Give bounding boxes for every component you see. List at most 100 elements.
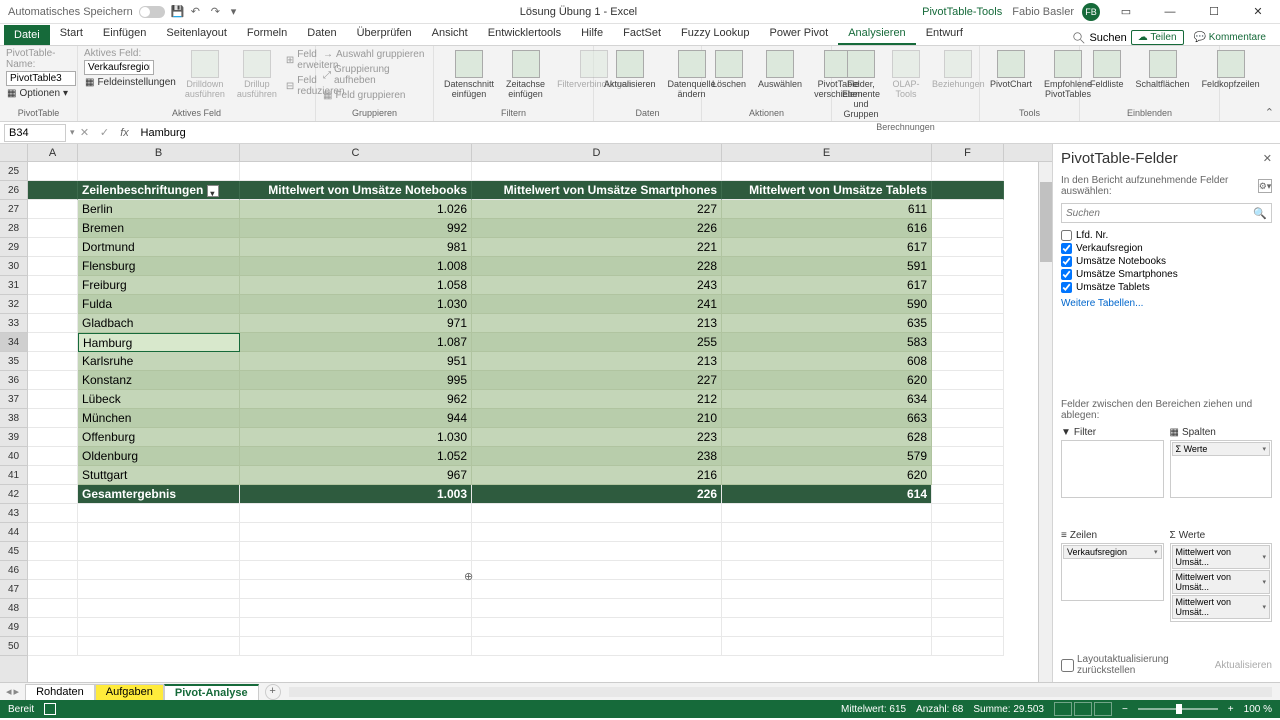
tab-power pivot[interactable]: Power Pivot: [760, 23, 839, 45]
cell[interactable]: Stuttgart: [78, 466, 240, 485]
cell[interactable]: 241: [472, 295, 722, 314]
area-values-box[interactable]: Mittelwert von Umsät...Mittelwert von Um…: [1170, 543, 1273, 622]
fx-icon[interactable]: fx: [115, 127, 135, 139]
cell[interactable]: [472, 580, 722, 599]
cell[interactable]: [472, 599, 722, 618]
cell[interactable]: [932, 599, 1004, 618]
cell[interactable]: Karlsruhe: [78, 352, 240, 371]
cell[interactable]: [78, 561, 240, 580]
area-filter-box[interactable]: [1061, 440, 1164, 498]
cell[interactable]: [722, 162, 932, 181]
col-header-C[interactable]: C: [240, 144, 472, 161]
cell[interactable]: [28, 618, 78, 637]
cell[interactable]: [28, 428, 78, 447]
cell[interactable]: [28, 200, 78, 219]
cell[interactable]: [932, 257, 1004, 276]
row-header[interactable]: 47: [0, 580, 27, 599]
cell[interactable]: 620: [722, 371, 932, 390]
cell[interactable]: [28, 409, 78, 428]
cell[interactable]: [28, 257, 78, 276]
cell[interactable]: [722, 542, 932, 561]
row-header[interactable]: 34: [0, 333, 27, 352]
row-header[interactable]: 32: [0, 295, 27, 314]
tab-analysieren[interactable]: Analysieren: [838, 23, 915, 45]
cell[interactable]: 620: [722, 466, 932, 485]
cell[interactable]: 1.003: [240, 485, 472, 504]
cell[interactable]: [78, 162, 240, 181]
cell[interactable]: 617: [722, 238, 932, 257]
field-settings-button[interactable]: ▦ Feldeinstellungen: [84, 76, 177, 89]
active-field-input[interactable]: [84, 60, 154, 75]
row-header[interactable]: 49: [0, 618, 27, 637]
cell[interactable]: [932, 409, 1004, 428]
cell[interactable]: [932, 371, 1004, 390]
cell[interactable]: [240, 637, 472, 656]
cell[interactable]: [472, 523, 722, 542]
cell[interactable]: 1.008: [240, 257, 472, 276]
cell[interactable]: 635: [722, 314, 932, 333]
more-tables-link[interactable]: Weitere Tabellen...: [1061, 298, 1272, 309]
cell[interactable]: [28, 219, 78, 238]
olap-tools-button[interactable]: OLAP-Tools: [888, 48, 924, 102]
cell[interactable]: [472, 162, 722, 181]
cell[interactable]: [722, 504, 932, 523]
row-header[interactable]: 50: [0, 637, 27, 656]
row-header[interactable]: 43: [0, 504, 27, 523]
search-icon[interactable]: [1073, 32, 1085, 44]
sheet-tab[interactable]: Pivot-Analyse: [164, 684, 259, 700]
cell[interactable]: 243: [472, 276, 722, 295]
cell[interactable]: [932, 219, 1004, 238]
cell[interactable]: 992: [240, 219, 472, 238]
cell[interactable]: [28, 561, 78, 580]
cell[interactable]: 1.026: [240, 200, 472, 219]
area-item[interactable]: Mittelwert von Umsät...: [1172, 570, 1271, 594]
cell[interactable]: [932, 485, 1004, 504]
row-header[interactable]: 36: [0, 371, 27, 390]
field-checkbox[interactable]: [1061, 269, 1072, 280]
cell[interactable]: 971: [240, 314, 472, 333]
cell[interactable]: [28, 238, 78, 257]
cell[interactable]: [722, 561, 932, 580]
group-field-button[interactable]: ▦ Feld gruppieren: [322, 89, 407, 102]
buttons-button[interactable]: Schaltflächen: [1132, 48, 1194, 92]
field-search-input[interactable]: [1066, 208, 1253, 219]
cell[interactable]: [932, 542, 1004, 561]
cell[interactable]: 617: [722, 276, 932, 295]
headers-button[interactable]: Feldkopfzeilen: [1198, 48, 1264, 92]
cell[interactable]: 995: [240, 371, 472, 390]
zoom-in-icon[interactable]: +: [1228, 704, 1234, 715]
cell[interactable]: 1.052: [240, 447, 472, 466]
row-header[interactable]: 28: [0, 219, 27, 238]
pivotchart-button[interactable]: PivotChart: [986, 48, 1036, 92]
cell[interactable]: [472, 561, 722, 580]
cell[interactable]: 228: [472, 257, 722, 276]
cell[interactable]: 221: [472, 238, 722, 257]
pane-settings-icon[interactable]: ⚙▾: [1258, 179, 1272, 193]
cell[interactable]: Zeilenbeschriftungen: [78, 181, 240, 200]
cell[interactable]: 616: [722, 219, 932, 238]
cell[interactable]: [28, 447, 78, 466]
cell[interactable]: [240, 504, 472, 523]
cell[interactable]: 238: [472, 447, 722, 466]
cell[interactable]: 223: [472, 428, 722, 447]
options-button[interactable]: ▦ Optionen ▾: [6, 87, 69, 100]
col-header-E[interactable]: E: [722, 144, 932, 161]
cell[interactable]: 212: [472, 390, 722, 409]
col-header-B[interactable]: B: [78, 144, 240, 161]
cell[interactable]: Konstanz: [78, 371, 240, 390]
col-header-A[interactable]: A: [28, 144, 78, 161]
cell[interactable]: 608: [722, 352, 932, 371]
tab-entwicklertools[interactable]: Entwicklertools: [478, 23, 571, 45]
view-normal-icon[interactable]: [1054, 702, 1072, 716]
fields-items-button[interactable]: Felder, Elemente und Gruppen: [838, 48, 884, 122]
cell[interactable]: Gladbach: [78, 314, 240, 333]
sheet-tab[interactable]: Rohdaten: [25, 684, 95, 700]
field-item[interactable]: Verkaufsregion: [1061, 242, 1272, 255]
cell[interactable]: 590: [722, 295, 932, 314]
row-header[interactable]: 46: [0, 561, 27, 580]
cell[interactable]: [722, 523, 932, 542]
ungroup-button[interactable]: ⤢ Gruppierung aufheben: [322, 63, 427, 87]
cell[interactable]: [932, 352, 1004, 371]
share-button[interactable]: ☁ Teilen: [1131, 30, 1184, 45]
field-checkbox[interactable]: [1061, 243, 1072, 254]
